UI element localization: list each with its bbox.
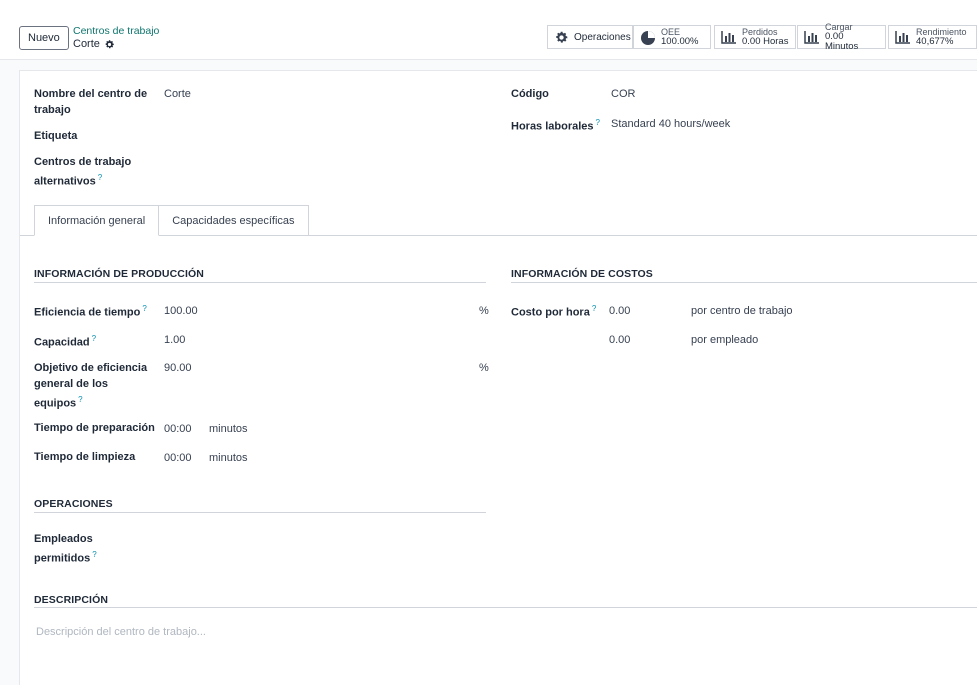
capacity-label: Capacidad? — [34, 331, 96, 351]
alternative-workcenters-label: Centros de trabajo alternativos? — [34, 154, 152, 190]
bar-chart-icon — [804, 30, 820, 44]
cleanup-time-label: Tiempo de limpieza — [34, 451, 136, 463]
operations-button[interactable]: Operaciones — [547, 25, 633, 49]
lost-button[interactable]: Perdidos 0.00 Horas — [714, 25, 796, 49]
setup-time-field[interactable]: 00:00 — [164, 421, 192, 437]
capacity-text: Capacidad — [34, 336, 90, 349]
help-icon[interactable]: ? — [92, 334, 96, 343]
time-efficiency-field[interactable]: 100.00 — [164, 303, 464, 319]
pie-chart-icon — [640, 30, 656, 45]
cost-per-hour-text: Costo por hora — [511, 306, 590, 319]
description-title: DESCRIPCIÓN — [34, 594, 109, 606]
help-icon[interactable]: ? — [92, 550, 96, 559]
tag-label: Etiqueta — [34, 130, 78, 142]
name-field[interactable]: Corte — [164, 86, 191, 102]
oee-value: 100.00% — [661, 35, 699, 47]
help-icon[interactable]: ? — [592, 304, 596, 313]
section-divider — [511, 282, 977, 283]
cost-per-hour-field[interactable]: 0.00 — [609, 303, 679, 319]
section-divider — [34, 607, 977, 608]
code-field[interactable]: COR — [611, 86, 635, 102]
performance-value: 40,677% — [916, 35, 954, 47]
control-panel: Nuevo Centros de trabajo Corte Operacion… — [0, 0, 977, 60]
description-field[interactable]: Descripción del centro de trabajo... — [36, 626, 206, 638]
allowed-employees-label: Empleados permitidos? — [34, 531, 134, 567]
operations-title: OPERACIONES — [34, 498, 113, 510]
name-label: Nombre del centro de trabajo — [34, 88, 148, 116]
section-divider — [34, 282, 486, 283]
working-hours-field[interactable]: Standard 40 hours/week — [611, 116, 730, 132]
breadcrumb-current: Corte — [73, 38, 115, 50]
oee-target-field[interactable]: 90.00 — [164, 360, 464, 376]
cleanup-time-field[interactable]: 00:00 — [164, 450, 192, 466]
bar-chart-icon — [895, 30, 911, 44]
tab-divider — [20, 235, 977, 236]
capacity-field[interactable]: 1.00 — [164, 332, 464, 348]
working-hours-label: Horas laborales? — [511, 115, 600, 135]
operations-label: Operaciones — [574, 31, 631, 43]
time-efficiency-label: Eficiencia de tiempo? — [34, 301, 147, 321]
setup-time-unit: minutos — [209, 423, 248, 435]
oee-target-text: Objetivo de eficiencia general de los eq… — [34, 362, 148, 410]
help-icon[interactable]: ? — [596, 118, 600, 127]
load-button[interactable]: Cargar 0.00 Minutos — [797, 22, 886, 52]
bar-chart-icon — [721, 30, 737, 44]
notebook-tabs: Información general Capacidades específi… — [34, 205, 309, 236]
lost-value: 0.00 Horas — [742, 35, 789, 47]
costs-info-title: INFORMACIÓN DE COSTOS — [511, 268, 653, 280]
production-info-title: INFORMACIÓN DE PRODUCCIÓN — [34, 268, 204, 280]
new-button[interactable]: Nuevo — [19, 26, 69, 50]
oee-button[interactable]: OEE 100.00% — [633, 25, 711, 49]
code-label: Código — [511, 88, 549, 100]
help-icon[interactable]: ? — [78, 395, 82, 404]
setup-time-label: Tiempo de preparación — [34, 422, 155, 434]
help-icon[interactable]: ? — [98, 173, 102, 182]
gear-icon[interactable] — [104, 39, 115, 50]
help-icon[interactable]: ? — [142, 304, 146, 313]
alternative-workcenters-field[interactable] — [164, 154, 484, 170]
employee-cost-unit: por empleado — [691, 334, 759, 346]
performance-button[interactable]: Rendimiento 40,677% — [888, 25, 977, 49]
cost-per-hour-unit: por centro de trabajo — [691, 305, 793, 317]
time-efficiency-text: Eficiencia de tiempo — [34, 306, 141, 319]
form-sheet: Nombre del centro de trabajo Corte Etiqu… — [19, 70, 977, 685]
alternative-workcenters-text: Centros de trabajo alternativos — [34, 156, 132, 188]
employee-cost-field[interactable]: 0.00 — [609, 332, 679, 348]
allowed-employees-text: Empleados permitidos — [34, 533, 93, 565]
time-efficiency-unit: % — [479, 305, 489, 317]
cost-per-hour-label: Costo por hora? — [511, 301, 596, 321]
allowed-employees-field[interactable] — [164, 531, 484, 547]
cleanup-time-unit: minutos — [209, 452, 248, 464]
tab-general-info[interactable]: Información general — [34, 205, 160, 236]
breadcrumb-parent-link[interactable]: Centros de trabajo — [73, 25, 159, 37]
section-divider — [34, 512, 486, 513]
gear-icon — [554, 30, 569, 44]
breadcrumb-current-label: Corte — [73, 38, 100, 50]
tab-specific-capacities[interactable]: Capacidades específicas — [159, 205, 309, 236]
working-hours-text: Horas laborales — [511, 120, 594, 133]
tag-field[interactable] — [164, 128, 484, 144]
oee-target-unit: % — [479, 362, 489, 374]
oee-target-label: Objetivo de eficiencia general de los eq… — [34, 360, 152, 412]
load-value: 0.00 Minutos — [825, 30, 859, 52]
